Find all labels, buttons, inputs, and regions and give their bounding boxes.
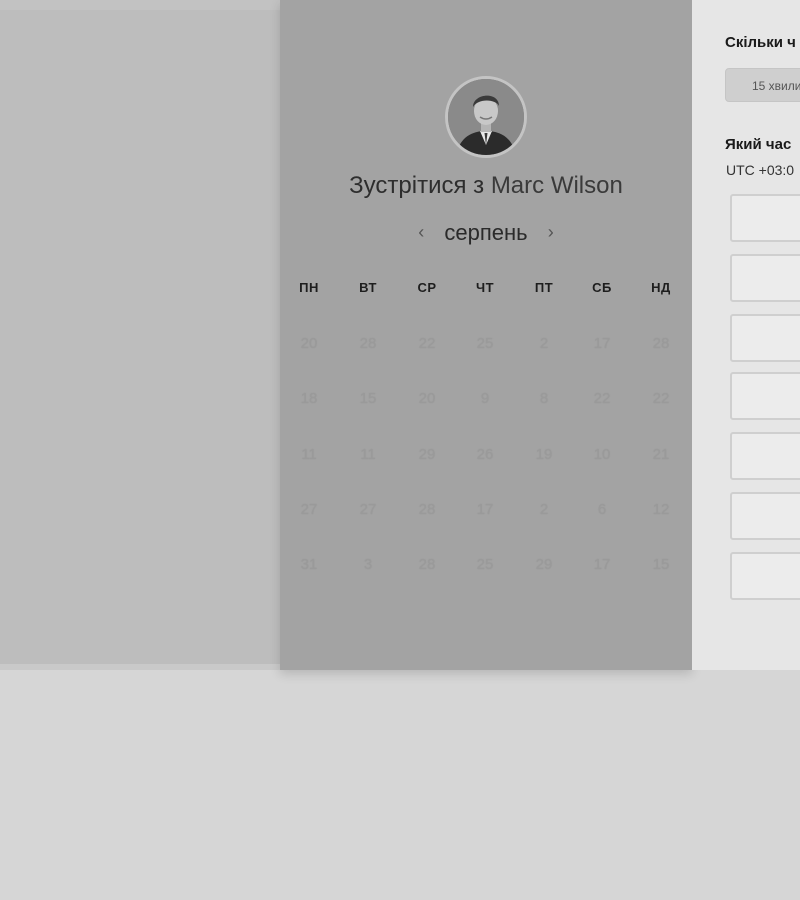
time-slot-button[interactable] [730, 372, 800, 420]
calendar-day: 21 [652, 446, 670, 463]
calendar-day: 26 [476, 446, 494, 463]
calendar-day: 15 [359, 390, 377, 407]
calendar-day: 2 [539, 501, 549, 518]
time-slot-button[interactable] [730, 552, 800, 600]
next-month-icon[interactable]: › [548, 222, 554, 243]
calendar-day: 9 [480, 390, 490, 407]
weekday-label: ПТ [534, 280, 554, 295]
calendar-day: 2 [539, 335, 549, 352]
time-slot-button[interactable] [730, 432, 800, 480]
month-navigation: ‹ серпень › [280, 220, 692, 246]
weekday-label: НД [651, 280, 671, 295]
calendar-day: 17 [476, 501, 494, 518]
duration-question: Скільки ч [725, 34, 796, 51]
calendar-day: 27 [300, 501, 318, 518]
host-avatar [445, 76, 527, 158]
calendar-day: 6 [597, 501, 607, 518]
calendar-day: 28 [359, 335, 377, 352]
time-slot-button[interactable] [730, 492, 800, 540]
calendar-day: 12 [652, 501, 670, 518]
left-panel-top-strip [0, 0, 280, 10]
duration-option-button[interactable]: 15 хвили [725, 68, 800, 102]
calendar-day: 18 [300, 390, 318, 407]
weekday-label: ВТ [359, 280, 377, 295]
calendar-day: 22 [593, 390, 611, 407]
weekday-label: ПН [299, 280, 319, 295]
calendar-day: 25 [476, 335, 494, 352]
calendar-day: 8 [539, 390, 549, 407]
calendar-day: 15 [652, 556, 670, 573]
calendar-day: 20 [300, 335, 318, 352]
weekday-label: СР [417, 280, 437, 295]
calendar-day: 22 [652, 390, 670, 407]
calendar-day: 11 [360, 446, 376, 463]
calendar-day: 11 [301, 446, 317, 463]
calendar-day: 22 [418, 335, 436, 352]
calendar-day: 28 [418, 556, 436, 573]
left-background-panel [0, 0, 280, 670]
time-slot-button[interactable] [730, 254, 800, 302]
time-slot-button[interactable] [730, 314, 800, 362]
weekday-label: СБ [592, 280, 612, 295]
weekday-label: ЧТ [475, 280, 495, 295]
time-question: Який час [725, 136, 792, 153]
calendar-day: 17 [593, 556, 611, 573]
meeting-title: Зустрітися з Marc Wilson [280, 172, 692, 200]
calendar-day: 27 [359, 501, 377, 518]
time-slot-button[interactable] [730, 194, 800, 242]
calendar-day: 17 [593, 335, 611, 352]
booking-page: Зустрітися з Marc Wilson ‹ серпень › ПН … [0, 0, 800, 900]
month-label: серпень [444, 220, 528, 245]
calendar-day: 20 [418, 390, 436, 407]
calendar-day: 29 [418, 446, 436, 463]
calendar-day: 28 [418, 501, 436, 518]
calendar-day: 25 [476, 556, 494, 573]
calendar-day: 3 [363, 556, 373, 573]
host-portrait-icon [448, 79, 524, 155]
calendar-card: Зустрітися з Marc Wilson ‹ серпень › ПН … [280, 0, 692, 670]
calendar-day: 29 [535, 556, 553, 573]
prev-month-icon[interactable]: ‹ [418, 222, 424, 243]
timezone-label[interactable]: UTC +03:0 [726, 162, 794, 178]
calendar-day: 31 [300, 556, 318, 573]
calendar-day: 28 [652, 335, 670, 352]
meeting-title-prefix: Зустрітися з [349, 172, 485, 199]
calendar-day: 19 [535, 446, 553, 463]
booking-options-panel: Скільки ч 15 хвили Який час UTC +03:0 [692, 0, 800, 670]
calendar-day: 10 [593, 446, 611, 463]
host-name: Marc Wilson [490, 172, 623, 199]
